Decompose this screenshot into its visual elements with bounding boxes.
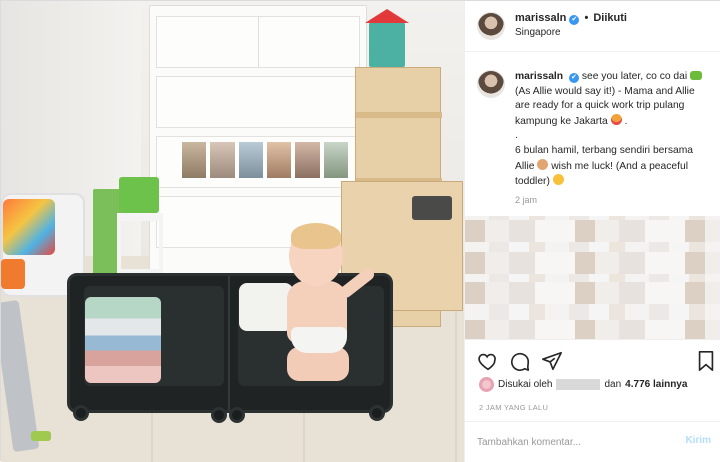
bookmark-icon[interactable] [695,350,717,372]
shelf-board [356,112,442,118]
smile-emoji-icon [552,174,564,186]
post-side-panel: marissaln ✔ • Diikuti Singapore marissaln… [464,1,720,462]
post-time-ago[interactable]: 2 JAM YANG LALU [479,403,548,412]
blurred-comments [465,216,720,339]
suitcase-wheel [73,405,89,421]
share-icon[interactable] [541,350,563,372]
heart-icon[interactable] [477,350,499,372]
toy-house [365,9,409,67]
blurred-comment [465,320,720,339]
caption-username-link[interactable]: marissaln [515,71,563,82]
walker-toys [3,199,55,255]
photo-thumb [322,141,349,179]
caption-line1-pre: see you later, co co dai [581,71,688,82]
drawer [156,76,360,128]
suitcase-wheel [369,405,385,421]
baby-diaper [291,327,347,353]
photo-thumb [294,141,321,179]
photo-thumb [237,141,264,179]
flexed-arm-emoji-icon [537,158,549,170]
action-bar [465,339,720,375]
avatar[interactable] [477,12,505,40]
folded-clothes [85,297,161,383]
diaper-pack [239,283,293,331]
caption-line1-post: (As Allie would say it!) - Mama and Alli… [515,85,695,127]
comment-input[interactable] [477,434,667,450]
walker-knob [1,259,25,289]
comment-icon[interactable] [509,350,531,372]
instagram-post: marissaln ✔ • Diikuti Singapore marissaln… [0,0,720,462]
suitcase-hinge [228,276,230,410]
post-header: marissaln ✔ • Diikuti Singapore [465,1,720,52]
heart-eyes-emoji-icon [610,113,622,125]
liker-avatar[interactable] [479,377,494,392]
caption-text: marissaln ✔ see you later, co co dai (As… [515,70,711,190]
photo-thumb [265,141,293,179]
username-link[interactable]: marissaln [515,12,566,24]
header-username-line: marissaln ✔ • Diikuti [515,12,627,25]
photo-thumb [209,141,236,179]
drawer-divider [258,16,259,68]
family-photo-strip [181,141,349,179]
send-comment-button[interactable]: Kirim [685,435,711,446]
likes-middle: dan [604,379,622,390]
walker-foot [31,431,51,441]
likes-prefix: Disukai oleh [498,379,553,390]
avatar[interactable] [477,70,505,98]
blurred-comment [465,220,720,242]
redacted-username [556,379,601,390]
suitcase-wheel [211,407,227,423]
separator-dot: • [584,12,589,24]
comments-section[interactable]: marissaln ✔ see you later, co co dai (As… [465,53,720,339]
likes-summary: Disukai oleh dan 4.776 lainnya [479,377,687,392]
caption-line1-end: . [624,115,628,127]
suitcase-wheel [229,407,245,423]
verified-badge-icon: ✔ [569,15,580,25]
blurred-comment [465,282,720,304]
toy-stove [412,196,452,220]
verified-badge-icon: ✔ [568,73,579,83]
blurred-comment [465,252,720,274]
post-photo[interactable] [1,1,464,462]
photo-thumb [181,141,208,179]
crocodile-emoji-icon [690,71,703,80]
follow-status-button[interactable]: Diikuti [593,12,627,24]
likes-count-link[interactable]: 4.776 lainnya [625,379,687,390]
location-link[interactable]: Singapore [515,27,561,38]
lego-block [119,177,159,213]
caption-timestamp: 2 jam [515,195,538,205]
white-stool [117,213,163,273]
add-comment-bar: Kirim [465,421,720,462]
baby-hair [291,223,341,249]
caption-line2: . [515,130,518,142]
